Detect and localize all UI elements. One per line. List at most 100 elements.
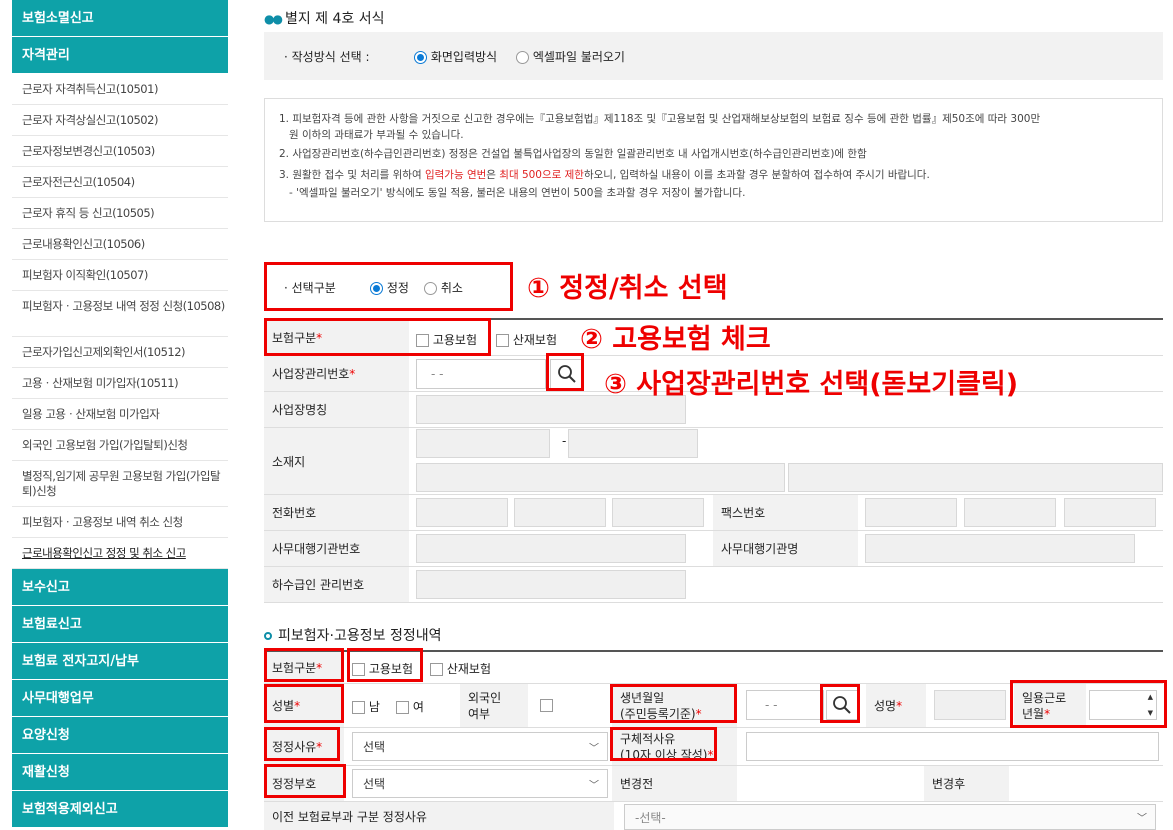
industrial-ins-checkbox-2[interactable]: 산재보험 [430, 660, 491, 677]
annotation-box [264, 727, 340, 761]
phone2-input [514, 498, 606, 527]
annotation-box [264, 318, 491, 356]
zip1-input [416, 429, 550, 458]
biz-name-label: 사업장명칭 [264, 392, 409, 427]
sidebar-item[interactable]: 근로자정보변경신고(10503) [12, 136, 228, 167]
annotation-text: ① 정정/취소 선택 [527, 273, 728, 304]
radio-selected-icon[interactable] [414, 51, 427, 64]
annotation-box [264, 764, 346, 798]
sidebar-item[interactable]: 피보험자ㆍ고용정보 내역 정정 신청(10508) [12, 291, 228, 337]
biz-no-input[interactable]: - - [416, 359, 546, 389]
bullet-icon [264, 632, 272, 640]
notice-box: 1. 피보험자격 등에 관한 사항을 거짓으로 신고한 경우에는『고용보험법』제… [264, 98, 1163, 222]
annotation-box [610, 727, 717, 761]
notice-line: 2. 사업장관리번호(하수급인관리번호) 정정은 건설업 불특업사업장의 동일한… [279, 148, 867, 160]
agency-no-label: 사무대행기관번호 [264, 531, 409, 566]
notice-line: 3. 원활한 접수 및 처리를 위하여 입력가능 연번은 최대 500으로 제한… [279, 169, 930, 181]
annotation-box [820, 684, 860, 723]
annotation-text: ③ 사업장관리번호 선택(돋보기클릭) [604, 369, 1019, 400]
before-label: 변경전 [612, 766, 737, 801]
radio-icon[interactable] [516, 51, 529, 64]
sidebar-item[interactable]: 고용ㆍ산재보험 미가입자(10511) [12, 368, 228, 399]
checkbox-icon[interactable] [396, 701, 409, 714]
annotation-box [264, 648, 344, 682]
business-info-table: 보험구분 * 고용보험 산재보험 사업장관리번호 * - - 사업장명칭 소재지 -… [264, 318, 1163, 603]
checkbox-icon[interactable] [352, 701, 365, 714]
annotation-box [347, 648, 423, 682]
sidebar-item[interactable]: 근로자전근신고(10504) [12, 167, 228, 198]
agency-name-input [865, 534, 1135, 563]
phone1-input [416, 498, 508, 527]
sidebar-menu[interactable]: 재활신청 [12, 754, 228, 791]
sidebar-item[interactable]: 근로자가입신고제외확인서(10512) [12, 337, 228, 368]
annotation-box [1010, 680, 1167, 728]
chevron-down-icon: ﹀ [1137, 813, 1147, 825]
sub-no-label: 하수급인 관리번호 [264, 567, 409, 602]
sidebar-menu[interactable]: 보험료 전자고지/납부 [12, 643, 228, 680]
sidebar-menu[interactable]: 보수신고 [12, 569, 228, 606]
sidebar-menu[interactable]: 사무대행업무 [12, 680, 228, 717]
annotation-box [264, 262, 513, 311]
mode-screen-radio[interactable]: 화면입력방식 [414, 48, 497, 65]
sidebar-item[interactable]: 근로자 휴직 등 신고(10505) [12, 198, 228, 229]
industrial-ins-checkbox[interactable]: 산재보험 [496, 331, 557, 348]
write-mode-label: · 작성방식 선택 : [284, 50, 370, 64]
page-title: ●● 별지 제 4호 서식 [264, 11, 385, 27]
sidebar-item[interactable]: 근로내용확인신고(10506) [12, 229, 228, 260]
sidebar-item[interactable]: 근로자 자격상실신고(10502) [12, 105, 228, 136]
sidebar-menu-insurance-termination[interactable]: 보험소멸신고 [12, 0, 228, 37]
reason-select[interactable]: 선택 ﹀ [352, 732, 608, 761]
sidebar-item[interactable]: 별정직,임기제 공무원 고용보험 가입(가입탈퇴)신청 [12, 461, 228, 507]
sidebar-section-qualification[interactable]: 자격관리 [12, 37, 228, 74]
phone-label: 전화번호 [264, 495, 409, 530]
phone3-input [612, 498, 704, 527]
sidebar-menu[interactable]: 요양신청 [12, 717, 228, 754]
section2-title: 피보험자·고용정보 정정내역 [264, 625, 441, 645]
code-select[interactable]: 선택 ﹀ [352, 769, 608, 798]
male-checkbox[interactable]: 남 [352, 698, 380, 715]
fax2-input [964, 498, 1056, 527]
annotation-box [610, 684, 737, 723]
sidebar-menu[interactable]: 보험료신고 [12, 606, 228, 643]
sidebar-item[interactable]: 일용 고용ㆍ산재보험 미가입자 [12, 399, 228, 430]
fax-label: 팩스번호 [713, 495, 858, 530]
address2-input [788, 463, 1163, 492]
annotation-box [264, 684, 344, 723]
agency-no-input [416, 534, 686, 563]
sidebar-item-active[interactable]: 근로내용확인신고 정정 및 취소 신고 [12, 538, 228, 569]
detail-reason-input[interactable] [746, 732, 1159, 761]
checkbox-icon[interactable] [496, 334, 509, 347]
fax3-input [1064, 498, 1156, 527]
name-input [934, 690, 1006, 720]
notice-line: 원 이하의 과태료가 부과될 수 있습니다. [289, 129, 464, 141]
birth-input[interactable]: - - [746, 690, 824, 720]
address-label: 소재지 [264, 428, 409, 494]
prev-reason-label: 이전 보험료부과 구분 정정사유 [264, 802, 614, 830]
annotation-box [546, 353, 584, 391]
sidebar-item[interactable]: 근로자 자격취득신고(10501) [12, 74, 228, 105]
foreign-checkbox[interactable] [540, 698, 553, 712]
sidebar-menu[interactable]: 보험적용제외신고 [12, 791, 228, 828]
checkbox-icon[interactable] [540, 699, 553, 712]
checkbox-icon[interactable] [430, 663, 443, 676]
notice-line: 1. 피보험자격 등에 관한 사항을 거짓으로 신고한 경우에는『고용보험법』제… [279, 113, 1041, 125]
address1-input [416, 463, 785, 492]
prev-reason-select[interactable]: -선택- ﹀ [624, 804, 1156, 830]
name-label: 성명 * [866, 684, 926, 727]
bullet-icon: ●● [264, 12, 283, 26]
chevron-down-icon: ﹀ [589, 743, 599, 754]
sidebar-item[interactable]: 외국인 고용보험 가입(가입탈퇴)신청 [12, 430, 228, 461]
dash: - [562, 434, 567, 448]
notice-line: - '엑셀파일 불러오기' 방식에도 동일 적용, 불러온 내용의 연번이 50… [289, 187, 746, 199]
sidebar-item[interactable]: 피보험자 이직확인(10507) [12, 260, 228, 291]
annotation-text: ② 고용보험 체크 [580, 324, 771, 355]
female-checkbox[interactable]: 여 [396, 698, 424, 715]
sidebar: 보험소멸신고 자격관리 근로자 자격취득신고(10501) 근로자 자격상실신고… [12, 0, 228, 828]
sidebar-item[interactable]: 피보험자ㆍ고용정보 내역 취소 신청 [12, 507, 228, 538]
mode-excel-radio[interactable]: 엑셀파일 불러오기 [516, 48, 625, 65]
write-mode-panel [264, 32, 1163, 80]
sub-no-input [416, 570, 686, 599]
foreign-label: 외국인 여부 [460, 684, 528, 727]
after-label: 변경후 [924, 766, 1009, 801]
chevron-down-icon: ﹀ [589, 780, 599, 791]
